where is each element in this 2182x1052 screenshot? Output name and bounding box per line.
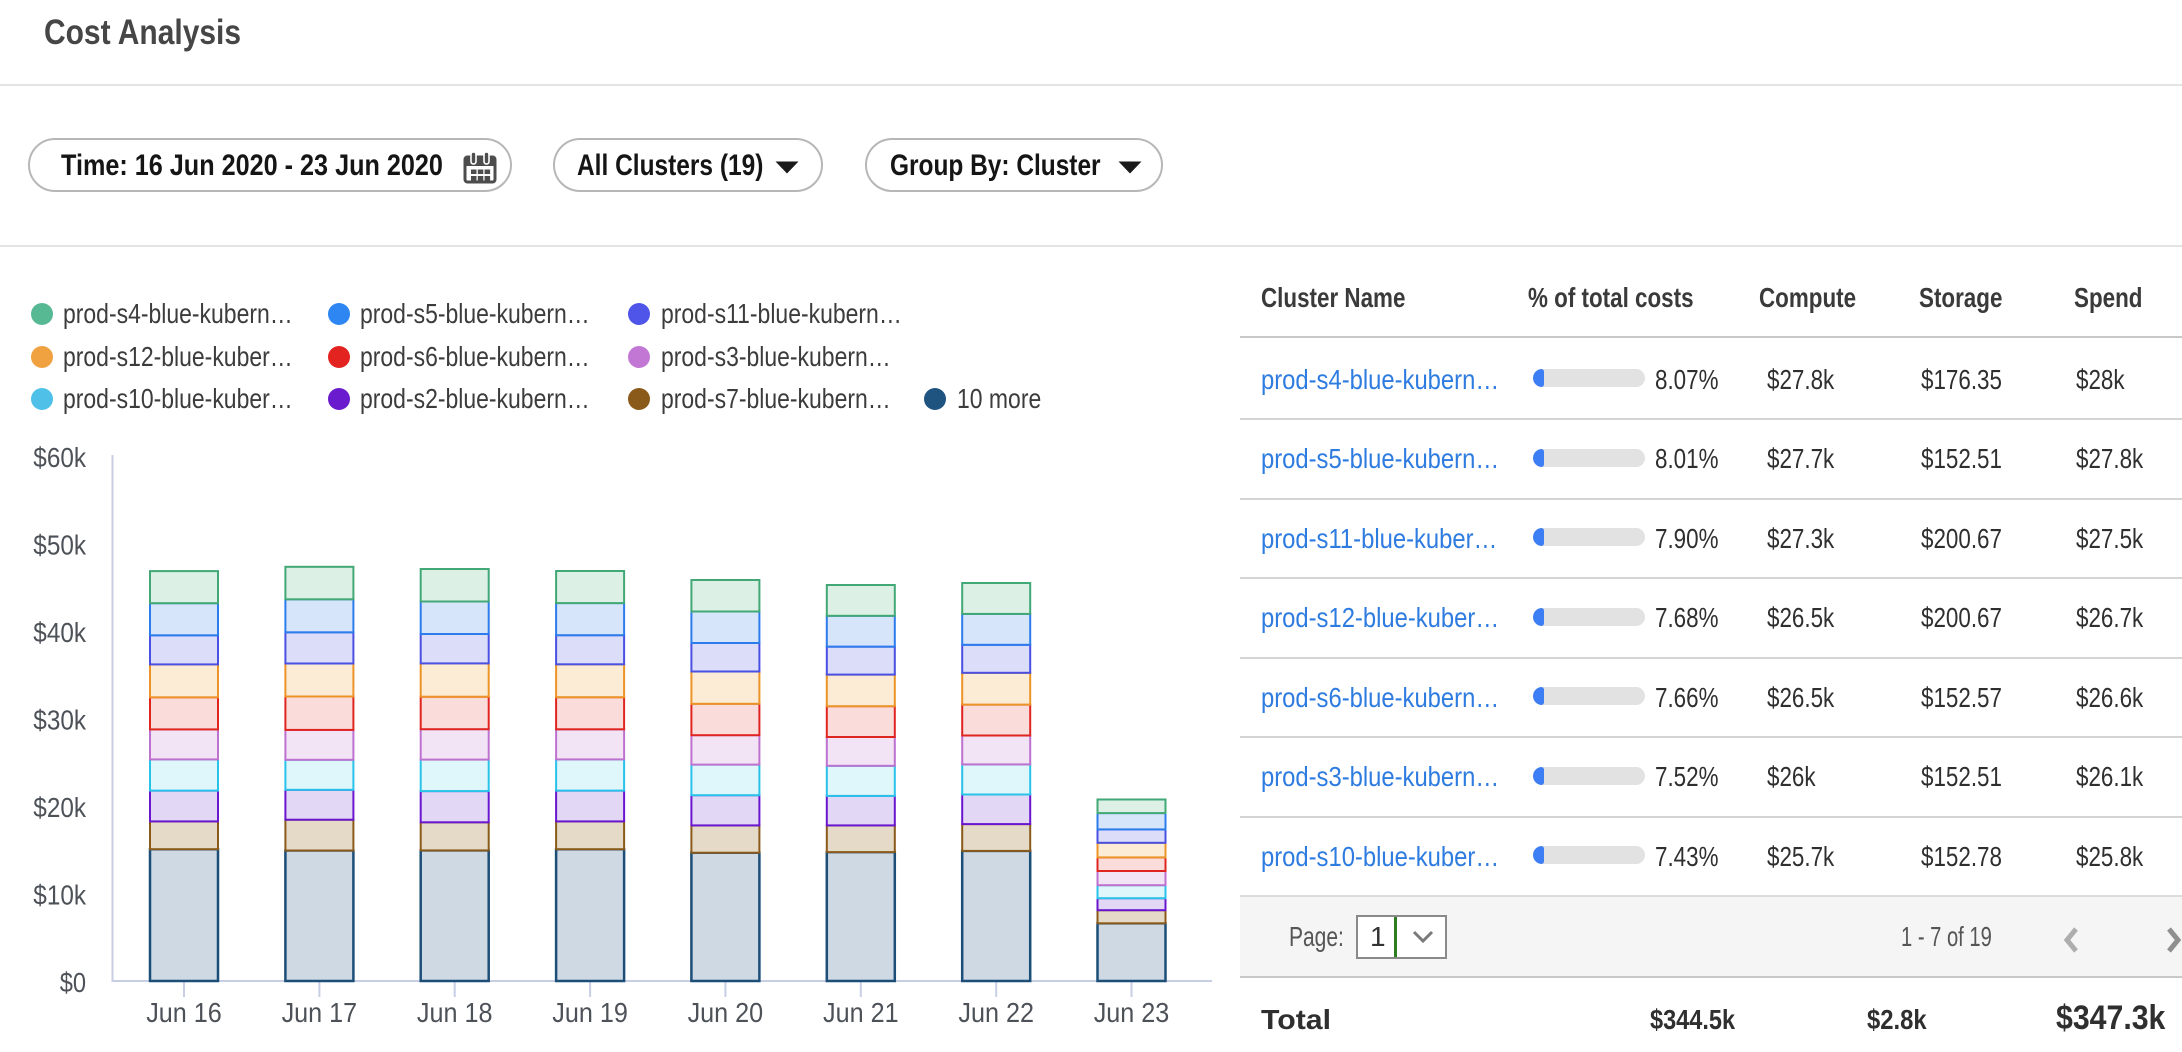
- svg-text:Jun 22: Jun 22: [958, 997, 1034, 1028]
- svg-text:$20k: $20k: [33, 792, 87, 823]
- svg-text:$40k: $40k: [33, 617, 87, 648]
- svg-text:Jun 17: Jun 17: [282, 997, 358, 1028]
- svg-text:Jun 16: Jun 16: [146, 997, 222, 1028]
- svg-text:$30k: $30k: [33, 705, 87, 736]
- svg-text:$60k: $60k: [33, 442, 87, 473]
- svg-text:Jun 23: Jun 23: [1094, 997, 1170, 1028]
- svg-text:Jun 20: Jun 20: [688, 997, 764, 1028]
- svg-text:$50k: $50k: [33, 530, 87, 561]
- svg-text:Jun 21: Jun 21: [823, 997, 899, 1028]
- svg-text:$0: $0: [60, 967, 86, 998]
- svg-text:Jun 19: Jun 19: [552, 997, 628, 1028]
- svg-text:$10k: $10k: [33, 880, 87, 911]
- svg-text:Jun 18: Jun 18: [417, 997, 493, 1028]
